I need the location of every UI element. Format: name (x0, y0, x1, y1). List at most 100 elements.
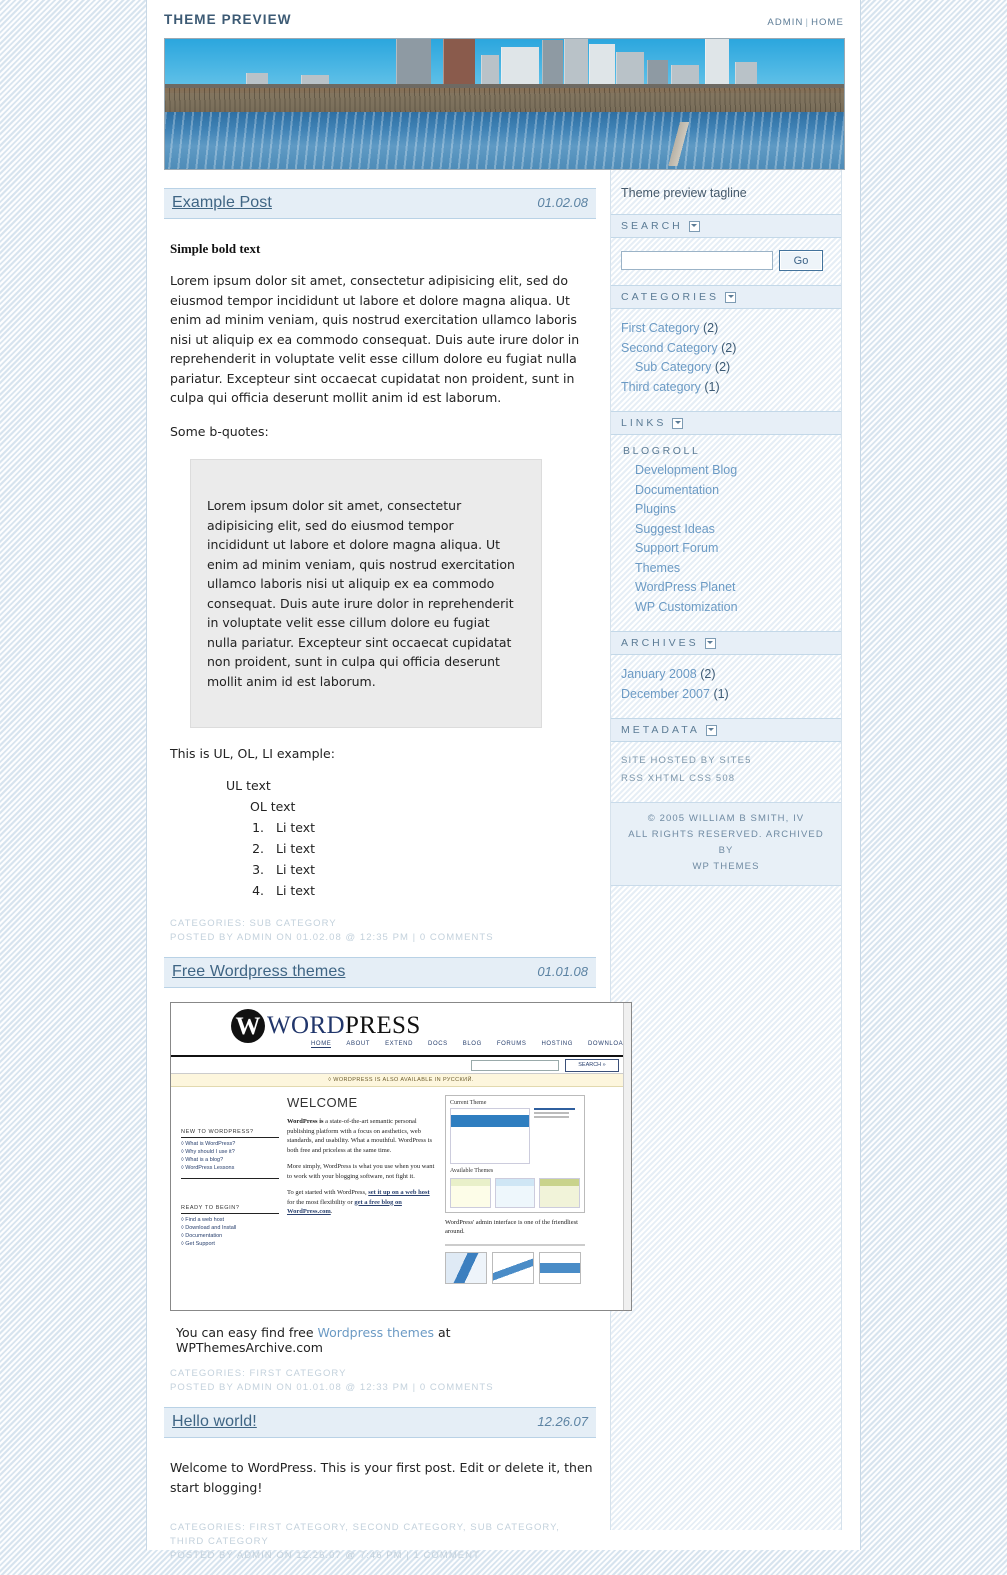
blogroll-link[interactable]: Documentation (635, 483, 719, 497)
blogroll-link[interactable]: Development Blog (635, 463, 737, 477)
nav-link-home[interactable]: HOME (811, 17, 844, 28)
category-link[interactable]: First Category (621, 321, 700, 335)
post-caption: You can easy find free Wordpress themes … (176, 1325, 594, 1355)
wp-newto-heading: NEW TO WORDPRESS? (181, 1129, 279, 1138)
search-input[interactable] (621, 251, 773, 270)
chevron-down-icon[interactable] (688, 220, 700, 232)
category-count: (2) (714, 360, 731, 374)
wp-thumbnail[interactable] (445, 1252, 487, 1284)
category-count: (2) (721, 340, 737, 355)
wordpress-wordmark: WORDPRESS (267, 1012, 421, 1040)
blogroll-link[interactable]: WP Customization (635, 600, 738, 614)
post-title-link[interactable]: Example Post (172, 194, 272, 212)
wp-link-item[interactable]: ◊ Download and Install (181, 1224, 279, 1232)
sidebar-section-search[interactable]: SEARCH (611, 214, 841, 238)
blogroll-link[interactable]: WordPress Planet (635, 580, 736, 594)
post-body: Simple bold text Lorem ipsum dolor sit a… (164, 219, 596, 901)
archive-count: (2) (700, 667, 716, 681)
blogroll-link[interactable]: Support Forum (635, 541, 718, 555)
wp-thumbnail[interactable] (492, 1252, 534, 1284)
copyright-line: © 2005 WILLIAM B SMITH, IV (647, 813, 805, 824)
categories-list: First Category (2) Second Category (2) S… (621, 319, 831, 397)
nav-link-admin[interactable]: ADMIN (767, 17, 803, 28)
wp-available-theme[interactable] (494, 1178, 536, 1208)
wp-nav-home[interactable]: HOME (311, 1041, 332, 1048)
blogroll-link[interactable]: Themes (635, 561, 680, 575)
wp-link-item[interactable]: ◊ What is WordPress? (181, 1140, 279, 1148)
sidebar-section-categories[interactable]: CATEGORIES (611, 285, 841, 309)
wp-thumbnail[interactable] (539, 1252, 581, 1284)
search-go-button[interactable]: Go (779, 250, 823, 271)
metadata-host-line[interactable]: SITE HOSTED BY SITE5 (621, 752, 831, 770)
wp-site-header: W WORDPRESS HOME ABOUT EXTEND DOCS BLOG … (171, 1003, 631, 1057)
page-title: THEME PREVIEW (164, 12, 292, 27)
post-paragraph: Lorem ipsum dolor sit amet, consectetur … (170, 273, 580, 405)
list-item: Sub Category (2) (621, 358, 831, 378)
wp-welcome-p1: WordPress is a state-of-the-art semantic… (287, 1117, 437, 1155)
wp-language-notice: ◊ WORDPRESS IS ALSO AVAILABLE IN РУССКИЙ… (171, 1074, 631, 1087)
wp-nav-blog[interactable]: BLOG (463, 1041, 482, 1048)
post-date: 12.26.07 (537, 1414, 588, 1429)
list-example: This is UL, OL, LI example: UL text OL t… (170, 746, 594, 901)
post-body: Welcome to WordPress. This is your first… (164, 1438, 596, 1497)
sidebar-footer: © 2005 WILLIAM B SMITH, IV ALL RIGHTS RE… (611, 802, 841, 886)
wordmark-ress: RESS (359, 1012, 421, 1039)
archive-link[interactable]: December 2007 (621, 687, 710, 701)
wp-nav-about[interactable]: ABOUT (346, 1041, 370, 1048)
category-link[interactable]: Third category (621, 380, 701, 394)
wp-available-theme[interactable] (450, 1178, 491, 1208)
sidebar-section-metadata[interactable]: METADATA (611, 718, 841, 742)
wp-available-theme[interactable] (539, 1178, 581, 1208)
wp-nav-extend[interactable]: EXTEND (385, 1041, 413, 1048)
post-categories-row: CATEGORIES: SUB CATEGORY (170, 917, 596, 931)
chevron-down-icon[interactable] (672, 417, 684, 429)
post-example-post: Example Post 01.02.08 Simple bold text L… (164, 188, 596, 949)
post-hello-world: Hello world! 12.26.07 Welcome to WordPre… (164, 1407, 596, 1567)
wp-link-item[interactable]: ◊ Documentation (181, 1232, 279, 1240)
wp-link-item[interactable]: ◊ What is a blog? (181, 1156, 279, 1164)
wp-link-item[interactable]: ◊ WordPress Lessons (181, 1164, 279, 1172)
wp-link-item[interactable]: ◊ Find a web host (181, 1216, 279, 1224)
wp-nav-docs[interactable]: DOCS (428, 1041, 448, 1048)
blogroll-link[interactable]: Plugins (635, 502, 676, 516)
wp-link-item[interactable]: ◊ Why should I use it? (181, 1148, 279, 1156)
category-link[interactable]: Sub Category (635, 360, 711, 374)
wordpress-homepage-screenshot: W WORDPRESS HOME ABOUT EXTEND DOCS BLOG … (170, 1002, 632, 1311)
archive-link[interactable]: January 2008 (621, 667, 697, 681)
site-tagline: Theme preview tagline (621, 186, 747, 200)
wordmark-ord: ORD (291, 1012, 345, 1039)
sidebar-section-links[interactable]: LINKS (611, 411, 841, 435)
post-date: 01.01.08 (537, 964, 588, 979)
chevron-down-icon[interactable] (725, 291, 737, 303)
wp-welcome-heading: WELCOME (287, 1095, 358, 1110)
metadata-feeds-line[interactable]: RSS XHTML CSS 508 (621, 770, 831, 788)
wp-divider (181, 1178, 279, 1179)
chevron-down-icon[interactable] (704, 637, 716, 649)
sidebar-heading-label: SEARCH (621, 220, 683, 232)
wp-search-button[interactable]: SEARCH » (565, 1059, 619, 1072)
category-link[interactable]: Second Category (621, 341, 718, 355)
post-title-link[interactable]: Hello world! (172, 1413, 257, 1431)
wp-scrollbar[interactable] (623, 1003, 631, 1310)
category-link[interactable]: FIRST CATEGORY (249, 1368, 346, 1379)
category-link[interactable]: SUB CATEGORY (249, 918, 336, 929)
post-title-link[interactable]: Free Wordpress themes (172, 963, 345, 981)
wp-setup-link[interactable]: set it up on a web host (368, 1189, 429, 1196)
post-body: W WORDPRESS HOME ABOUT EXTEND DOCS BLOG … (164, 988, 632, 1355)
wordpress-themes-link[interactable]: Wordpress themes (318, 1325, 435, 1340)
wp-welcome-bold: WordPress is (287, 1118, 324, 1125)
wp-theme-title-bar (534, 1108, 576, 1110)
wp-search-input[interactable] (471, 1060, 559, 1071)
wp-nav-forums[interactable]: FORUMS (497, 1041, 527, 1048)
wp-link-item[interactable]: ◊ Get Support (181, 1240, 279, 1248)
wp-p3-pre: To get started with WordPress, (287, 1189, 369, 1196)
list-item: Support Forum (635, 539, 831, 559)
wp-welcome-p2: More simply, WordPress is what you use w… (287, 1163, 435, 1180)
sidebar-section-archives[interactable]: ARCHIVES (611, 631, 841, 655)
blogroll-link[interactable]: Suggest Ideas (635, 522, 715, 536)
chevron-down-icon[interactable] (705, 724, 717, 736)
ul-item: UL text (226, 778, 271, 793)
wp-nav-hosting[interactable]: HOSTING (541, 1041, 573, 1048)
wp-theme-meta (534, 1108, 580, 1164)
sidebar-heading-label: METADATA (621, 724, 700, 736)
